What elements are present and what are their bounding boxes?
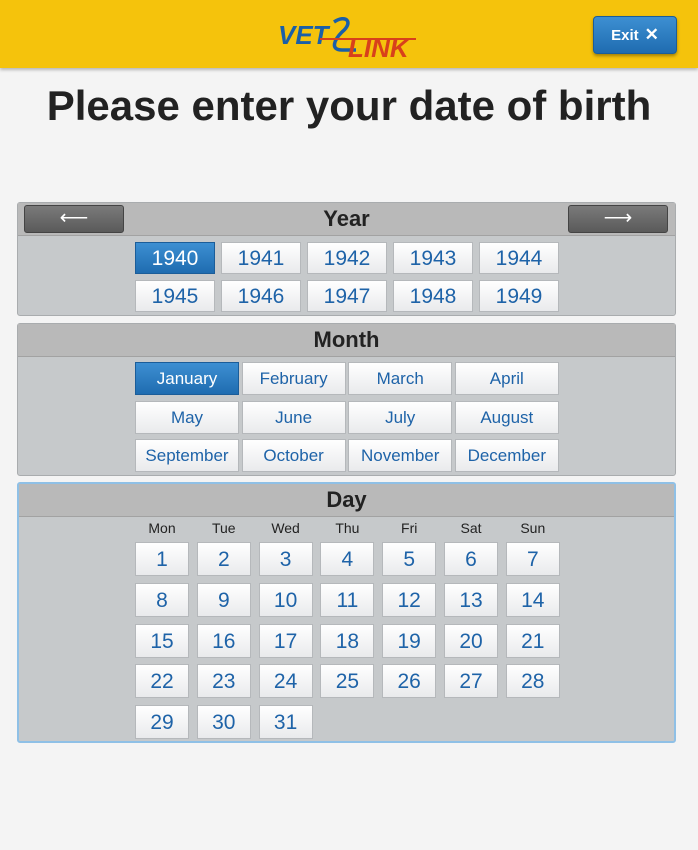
vetlink-logo: VET LINK <box>278 17 416 60</box>
month-button-april[interactable]: April <box>454 362 559 395</box>
year-button-1947[interactable]: 1947 <box>307 280 387 312</box>
month-button-october[interactable]: October <box>241 439 346 472</box>
weekday-label-sun: Sun <box>520 520 546 536</box>
day-button-31[interactable]: 31 <box>258 705 313 740</box>
year-button-1948[interactable]: 1948 <box>393 280 473 312</box>
weekday-label-fri: Fri <box>401 520 418 536</box>
exit-label: Exit <box>611 26 639 44</box>
day-button-20[interactable]: 20 <box>444 623 498 658</box>
day-button-22[interactable]: 22 <box>135 664 189 699</box>
weekday-label-thu: Thu <box>335 520 360 536</box>
day-button-8[interactable]: 8 <box>135 582 189 617</box>
day-button-10[interactable]: 10 <box>258 582 313 617</box>
weekday-label-wed: Wed <box>271 520 300 536</box>
month-button-december[interactable]: December <box>454 439 559 472</box>
year-heading: Year <box>323 206 370 231</box>
day-button-23[interactable]: 23 <box>196 664 251 699</box>
month-button-august[interactable]: August <box>454 400 559 434</box>
year-button-1940[interactable]: 1940 <box>135 242 215 274</box>
day-button-7[interactable]: 7 <box>505 542 560 576</box>
day-button-9[interactable]: 9 <box>196 582 251 617</box>
day-button-26[interactable]: 26 <box>382 664 437 699</box>
day-button-27[interactable]: 27 <box>444 664 498 699</box>
app-header: VET LINK Exit ✕ <box>0 0 698 68</box>
logo-text-vet: VET <box>278 20 331 50</box>
day-button-15[interactable]: 15 <box>135 623 189 658</box>
day-heading: Day <box>326 487 367 512</box>
year-button-1942[interactable]: 1942 <box>307 242 387 274</box>
logo-text-link: LINK <box>348 33 411 60</box>
day-button-21[interactable]: 21 <box>505 623 560 658</box>
close-icon: ✕ <box>644 25 659 44</box>
next-years-button[interactable]: ⟶ <box>568 205 668 233</box>
year-button-1949[interactable]: 1949 <box>479 280 559 312</box>
month-button-june[interactable]: June <box>241 400 346 434</box>
day-button-18[interactable]: 18 <box>320 623 375 658</box>
month-button-february[interactable]: February <box>241 362 346 395</box>
day-button-13[interactable]: 13 <box>444 582 498 617</box>
day-button-19[interactable]: 19 <box>382 623 437 658</box>
day-button-16[interactable]: 16 <box>196 623 251 658</box>
day-button-2[interactable]: 2 <box>196 542 251 576</box>
day-button-11[interactable]: 11 <box>320 582 375 617</box>
month-heading: Month <box>313 327 380 352</box>
month-panel-header: Month <box>18 324 675 357</box>
day-button-14[interactable]: 14 <box>505 582 560 617</box>
arrow-left-icon: ⟵ <box>59 207 89 229</box>
year-button-1941[interactable]: 1941 <box>221 242 301 274</box>
month-button-march[interactable]: March <box>348 362 453 395</box>
weekday-label-tue: Tue <box>211 520 236 536</box>
year-panel: ⟵ Year ⟶ 1940 1941 1942 1943 1944 1945 1946 194… <box>17 202 676 316</box>
weekday-label-sat: Sat <box>460 520 482 536</box>
day-button-4[interactable]: 4 <box>320 542 375 576</box>
day-panel: Day Mon Tue Wed Thu Fri Sat Sun 1 2 3 4 5 6 7 8 9 10 11 12… <box>17 482 676 743</box>
year-button-1946[interactable]: 1946 <box>221 280 301 312</box>
day-button-12[interactable]: 12 <box>382 582 437 617</box>
day-button-29[interactable]: 29 <box>135 705 189 740</box>
year-button-1944[interactable]: 1944 <box>479 242 559 274</box>
day-button-24[interactable]: 24 <box>258 664 313 699</box>
day-button-28[interactable]: 28 <box>505 664 560 699</box>
day-button-3[interactable]: 3 <box>258 542 313 576</box>
month-button-may[interactable]: May <box>135 400 239 434</box>
month-panel: Month January February March April May June Ju… <box>17 323 676 476</box>
year-button-1945[interactable]: 1945 <box>135 280 215 312</box>
day-button-17[interactable]: 17 <box>258 623 313 658</box>
day-button-30[interactable]: 30 <box>196 705 251 740</box>
year-panel-header: ⟵ Year ⟶ <box>18 203 675 236</box>
day-button-6[interactable]: 6 <box>444 542 498 576</box>
page-title: Please enter your date of birth <box>46 82 652 129</box>
year-button-1943[interactable]: 1943 <box>393 242 473 274</box>
day-button-25[interactable]: 25 <box>320 664 375 699</box>
month-button-september[interactable]: September <box>135 439 239 472</box>
day-button-1[interactable]: 1 <box>135 542 189 576</box>
exit-button[interactable]: Exit ✕ <box>593 16 677 54</box>
month-button-november[interactable]: November <box>348 439 453 472</box>
month-button-january[interactable]: January <box>135 362 239 395</box>
month-button-july[interactable]: July <box>348 400 453 434</box>
day-panel-header: Day <box>19 484 674 517</box>
weekday-label-mon: Mon <box>148 520 176 536</box>
previous-years-button[interactable]: ⟵ <box>24 205 124 233</box>
day-button-5[interactable]: 5 <box>382 542 437 576</box>
arrow-right-icon: ⟶ <box>603 207 633 229</box>
